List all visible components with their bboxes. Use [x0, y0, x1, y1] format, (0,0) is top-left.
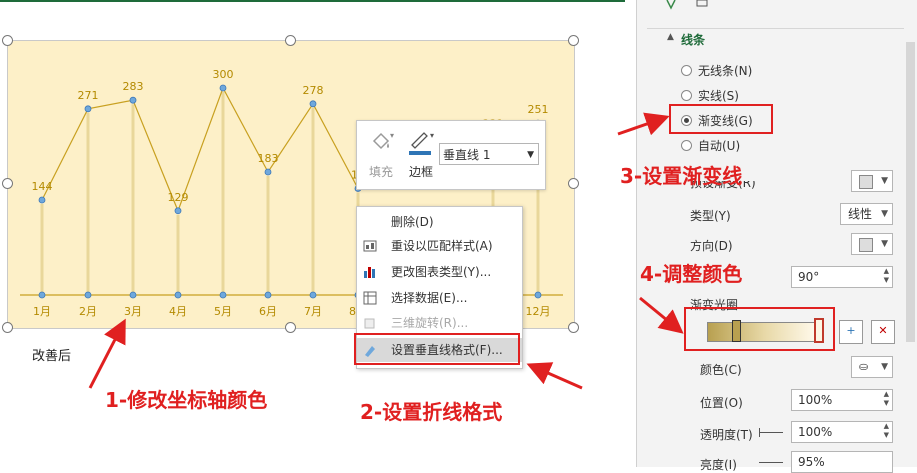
arrow-step1 [88, 318, 126, 389]
annotation-step1: 1-修改坐标轴颜色 [105, 388, 268, 412]
annotation-step4: 4-调整颜色 [640, 262, 743, 286]
annotation-step2: 2-设置折线格式 [360, 400, 503, 424]
arrow-step3 [617, 112, 670, 136]
arrow-step4 [639, 296, 684, 334]
annotation-step3: 3-设置渐变线 [620, 164, 743, 188]
arrow-step2 [526, 362, 583, 390]
